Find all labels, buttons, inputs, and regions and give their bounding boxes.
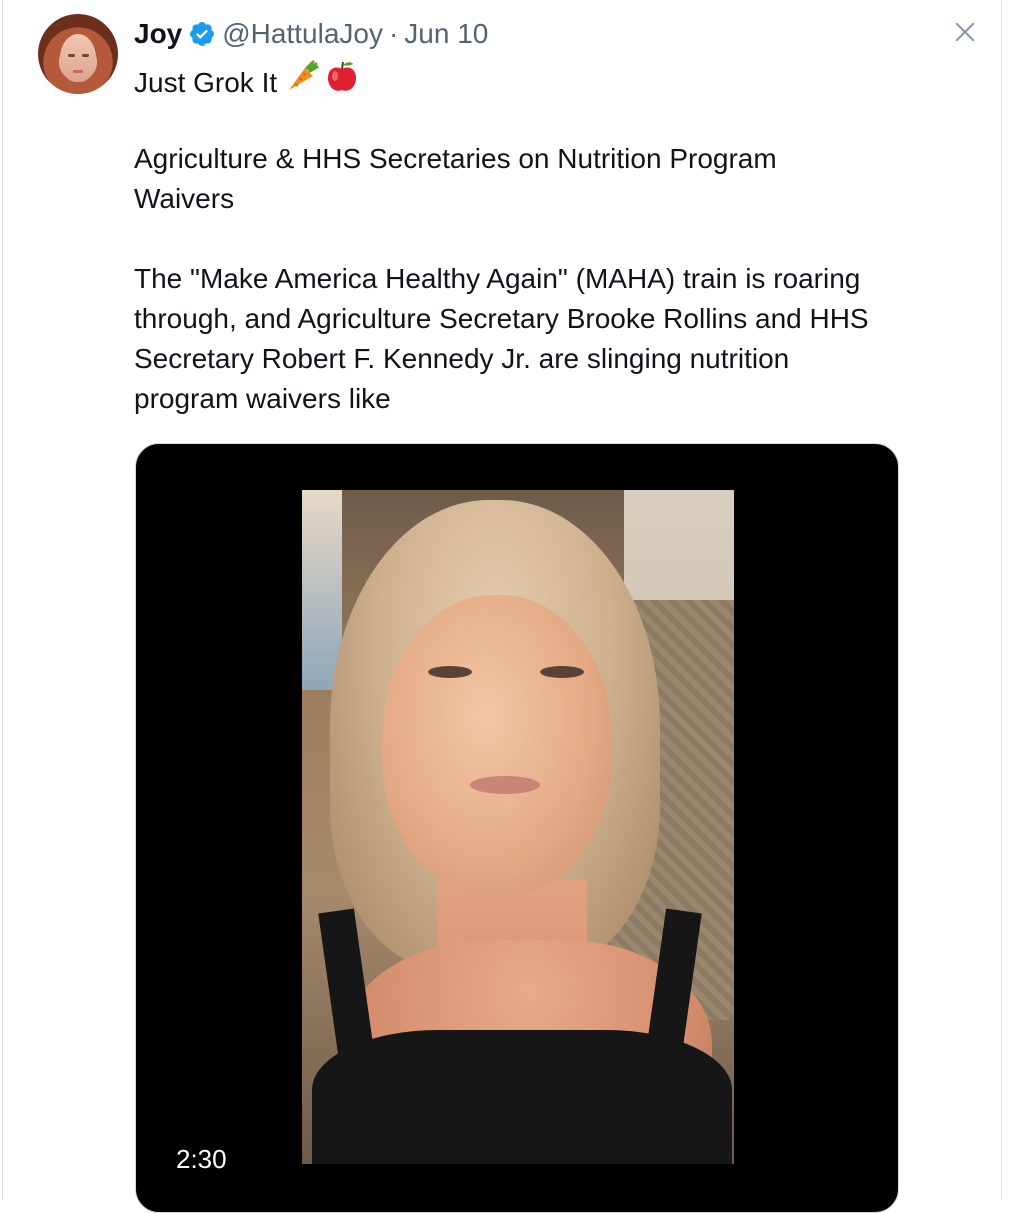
thumbnail-eye-right (540, 666, 584, 678)
tweet-date[interactable]: Jun 10 (404, 18, 488, 50)
thumbnail-top (312, 1030, 732, 1164)
tweet-text-line1: Just Grok It (134, 59, 874, 106)
carrot-emoji (283, 60, 319, 105)
tweet-text-headline: Just Grok It (134, 66, 278, 98)
tweet-text-paragraph2: Agriculture & HHS Secretaries on Nutriti… (134, 143, 777, 214)
separator-dot: · (388, 18, 399, 49)
video-duration: 2:30 (176, 1144, 227, 1174)
avatar-mouth (73, 70, 83, 73)
author-avatar[interactable] (38, 14, 118, 94)
thumbnail-eye-left (428, 666, 472, 678)
video-thumbnail (302, 490, 734, 1164)
tweet-header: Joy @HattulaJoy · Jun 10 (134, 16, 488, 52)
verified-badge-icon[interactable] (188, 20, 216, 48)
avatar-eye-right (82, 54, 89, 57)
red-apple-emoji (325, 59, 359, 106)
tweet-card: Joy @HattulaJoy · Jun 10 Just Grok It Ag… (2, 0, 1002, 1213)
author-name[interactable]: Joy (134, 18, 182, 50)
author-handle[interactable]: @HattulaJoy (222, 18, 383, 50)
close-icon[interactable] (947, 14, 983, 50)
thumbnail-lips (470, 776, 540, 794)
thumbnail-face (382, 595, 612, 895)
tweet-text-paragraph3: The "Make America Healthy Again" (MAHA) … (134, 263, 869, 414)
video-player[interactable]: 2:30 (135, 443, 899, 1213)
avatar-face (60, 34, 96, 82)
avatar-eye-left (68, 54, 75, 57)
